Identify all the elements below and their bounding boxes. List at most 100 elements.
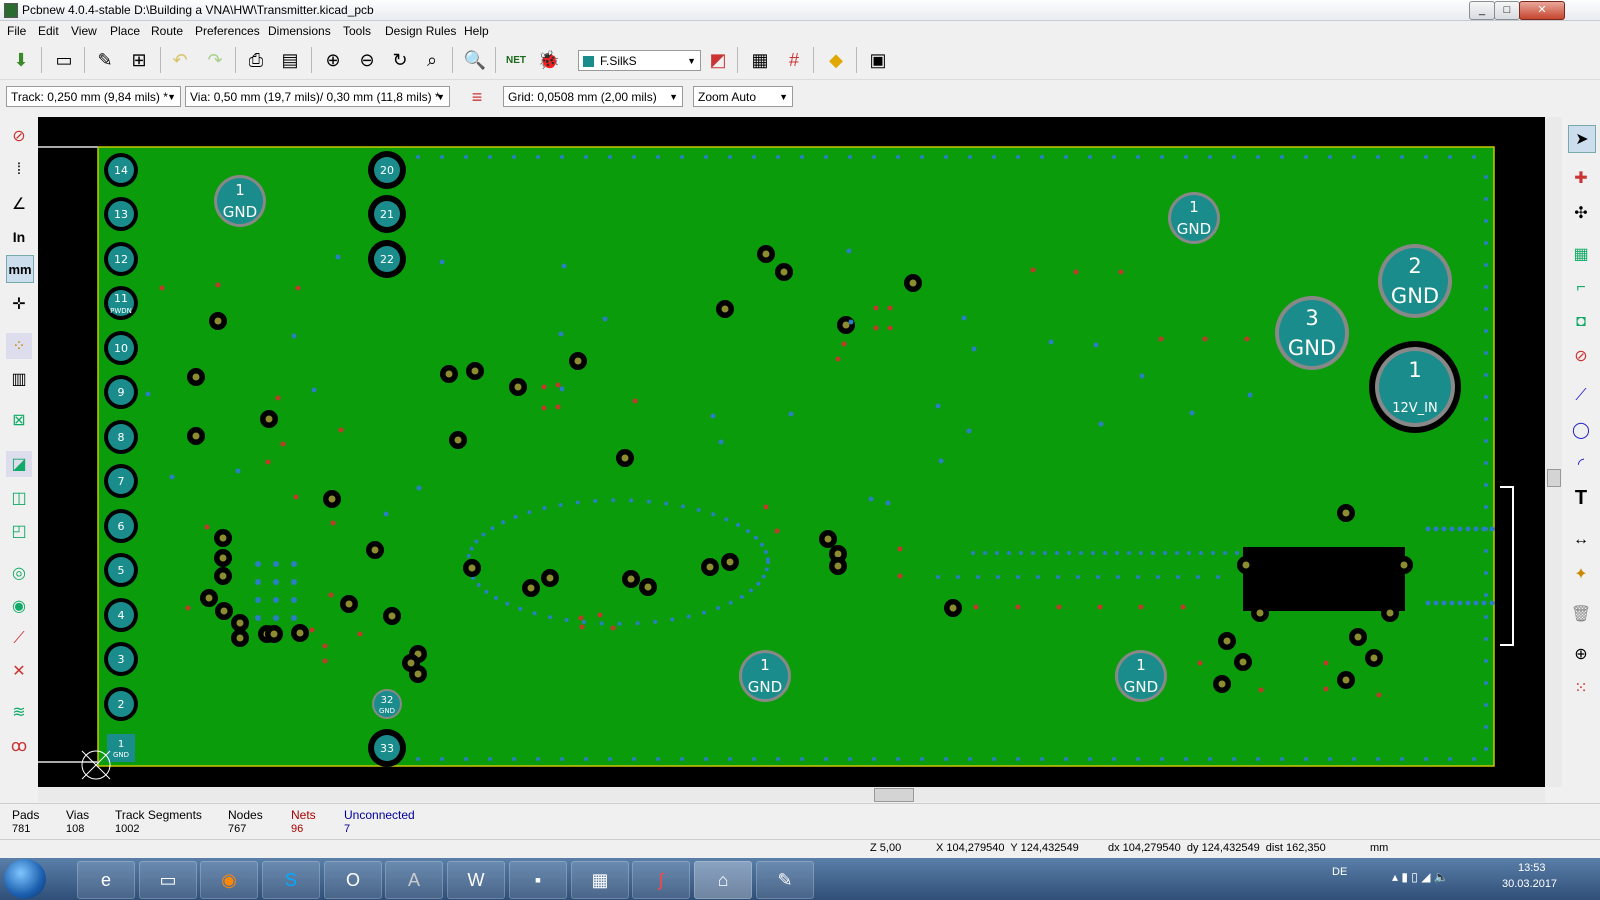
pads-sketch-icon[interactable]: ◎	[6, 560, 32, 586]
layers-manager-icon[interactable]: ≋	[6, 699, 32, 725]
clock-time[interactable]: 13:53	[1518, 862, 1546, 874]
stitch-via	[548, 615, 553, 620]
outlook-icon[interactable]: O	[324, 861, 382, 899]
autoroute-icon[interactable]: ◆	[822, 46, 850, 74]
microwave-tools-icon[interactable]: ꝏ	[6, 733, 32, 759]
menu-place[interactable]: Place	[110, 24, 140, 38]
cursor-shape-icon[interactable]: ✛	[6, 291, 32, 317]
add-via-icon[interactable]: ◘	[1568, 309, 1594, 335]
units-mm-icon[interactable]: mm	[6, 255, 34, 283]
plot-icon[interactable]: ▤	[276, 46, 304, 74]
zoom-select[interactable]: Zoom Auto ▼	[693, 86, 793, 107]
high-contrast-icon[interactable]: ✕	[6, 658, 32, 684]
skype-icon[interactable]: S	[262, 861, 320, 899]
horizontal-scrollbar[interactable]	[38, 787, 1545, 802]
set-origin-icon[interactable]: ⊕	[1568, 641, 1594, 667]
module-ratsnest-icon[interactable]: ▥	[6, 366, 32, 392]
grid-toggle-icon[interactable]: ⁞	[6, 157, 32, 183]
netlist-icon[interactable]: NET	[502, 46, 530, 74]
track-width-select[interactable]: Track: 0,250 mm (9,84 mils) * ▼	[6, 86, 181, 107]
print-icon[interactable]: ⎙	[242, 46, 270, 74]
auto-delete-track-icon[interactable]: ⊠	[6, 407, 32, 433]
menu-route[interactable]: Route	[151, 24, 183, 38]
pcb-drawing[interactable]: 14 13 12 11PWDN 10 9 8 7 6 5 4 3 2 1GND …	[38, 117, 1545, 787]
add-circle-icon[interactable]: ◯	[1568, 417, 1594, 443]
zoom-fit-icon[interactable]: ⌕	[418, 46, 446, 74]
delete-icon[interactable]: 🗑	[1568, 601, 1594, 627]
calculator-icon[interactable]: ▦	[571, 861, 629, 899]
word-icon[interactable]: W	[447, 861, 505, 899]
add-text-icon[interactable]: T	[1568, 485, 1594, 511]
vertical-scrollbar[interactable]	[1545, 117, 1562, 787]
footprint-editor-icon[interactable]: ✎	[91, 46, 119, 74]
redo-icon[interactable]: ↷	[201, 46, 229, 74]
undo-icon[interactable]: ↶	[166, 46, 194, 74]
menu-design-rules[interactable]: Design Rules	[385, 24, 456, 38]
firefox-icon[interactable]: ◉	[200, 861, 258, 899]
menu-file[interactable]: File	[7, 24, 26, 38]
menu-edit[interactable]: Edit	[38, 24, 59, 38]
command-prompt-icon[interactable]: ▪	[509, 861, 567, 899]
left-toolbar: ⊘ ⁞ ∠ In mm ✛ ⁘ ▥ ⊠ ◪ ◫ ◰ ◎ ◉ ⟋ ✕ ≋ ꝏ	[0, 117, 38, 802]
polar-coords-icon[interactable]: ∠	[6, 191, 32, 217]
add-footprint-icon[interactable]: ▦	[1568, 241, 1594, 267]
minimize-button[interactable]: _	[1469, 1, 1495, 20]
menu-help[interactable]: Help	[464, 24, 489, 38]
menu-dimensions[interactable]: Dimensions	[268, 24, 331, 38]
save-board-icon[interactable]: ⬇	[7, 46, 35, 74]
update-pcb-icon[interactable]: ▦	[746, 46, 774, 74]
show-ratsnest-icon[interactable]: ⁘	[6, 333, 32, 359]
tray-icons[interactable]: ▴ ▮ ▯ ◢ 🔈	[1392, 870, 1449, 884]
select-arrow-icon[interactable]: ➤	[1568, 125, 1596, 153]
grid-icon[interactable]: #	[780, 46, 808, 74]
scripting-console-icon[interactable]: ▣	[864, 46, 892, 74]
file-explorer-icon[interactable]: ▭	[139, 861, 197, 899]
close-button[interactable]: ✕	[1519, 1, 1565, 20]
zones-disable-icon[interactable]: ◰	[6, 518, 32, 544]
add-line-icon[interactable]: ⟋	[1568, 383, 1594, 409]
menu-preferences[interactable]: Preferences	[195, 24, 260, 38]
pcb-canvas[interactable]: 14 13 12 11 PWDN 10 9 8 7 6 5 4 3 2 1 GND …	[38, 117, 1545, 787]
internet-explorer-icon[interactable]: e	[77, 861, 135, 899]
zones-outline-icon[interactable]: ◫	[6, 485, 32, 511]
add-target-icon[interactable]: ✦	[1568, 561, 1594, 587]
vias-sketch-icon[interactable]: ◉	[6, 593, 32, 619]
drc-bug-icon[interactable]: 🐞	[535, 46, 563, 74]
local-ratsnest-icon[interactable]: ✣	[1568, 200, 1594, 226]
find-icon[interactable]: 🔍	[461, 46, 489, 74]
clock-date[interactable]: 30.03.2017	[1502, 878, 1557, 890]
add-keepout-icon[interactable]: ⊘	[1568, 343, 1594, 369]
tracks-sketch-icon[interactable]: ⟋	[6, 626, 32, 652]
show-zones-icon[interactable]: ◪	[6, 451, 32, 477]
menu-tools[interactable]: Tools	[343, 24, 371, 38]
start-button[interactable]	[4, 859, 46, 899]
zoom-out-icon[interactable]: ⊖	[353, 46, 381, 74]
grid-select[interactable]: Grid: 0,0508 mm (2,00 mils) ▼	[503, 86, 683, 107]
language-indicator[interactable]: DE	[1332, 866, 1347, 878]
stitch-via	[765, 557, 770, 562]
paint-icon[interactable]: ✎	[756, 861, 814, 899]
vertical-scroll-thumb[interactable]	[1547, 469, 1561, 487]
add-arc-icon[interactable]: ◜	[1568, 451, 1594, 477]
redraw-icon[interactable]: ↻	[386, 46, 414, 74]
via-size-select[interactable]: Via: 0,50 mm (19,7 mils)/ 0,30 mm (11,8 …	[185, 86, 450, 107]
via-blue	[559, 386, 565, 392]
horizontal-scroll-thumb[interactable]	[874, 788, 914, 802]
layer-select[interactable]: F.SilkS ▼	[578, 50, 701, 71]
layer-pair-icon[interactable]: ◩	[704, 46, 732, 74]
route-track-icon[interactable]: ⌐	[1568, 275, 1594, 301]
maximize-button[interactable]: □	[1494, 1, 1520, 20]
drc-off-icon[interactable]: ⊘	[6, 123, 32, 149]
add-dimension-icon[interactable]: ↔	[1568, 527, 1594, 553]
highlight-net-icon[interactable]: ✚	[1568, 165, 1594, 191]
footprint-viewer-icon[interactable]: ⊞	[125, 46, 153, 74]
kicad-icon[interactable]: ⌂	[694, 861, 752, 899]
zoom-in-icon[interactable]: ⊕	[319, 46, 347, 74]
font-app-icon[interactable]: A	[385, 861, 443, 899]
ltspice-icon[interactable]: ∫	[632, 861, 690, 899]
page-settings-icon[interactable]: ▭	[50, 46, 78, 74]
menu-view[interactable]: View	[71, 24, 97, 38]
grid-origin-icon[interactable]: ⁙	[1568, 675, 1594, 701]
auto-track-width-icon[interactable]: ≡	[463, 83, 491, 111]
units-inch-icon[interactable]: In	[6, 224, 32, 250]
